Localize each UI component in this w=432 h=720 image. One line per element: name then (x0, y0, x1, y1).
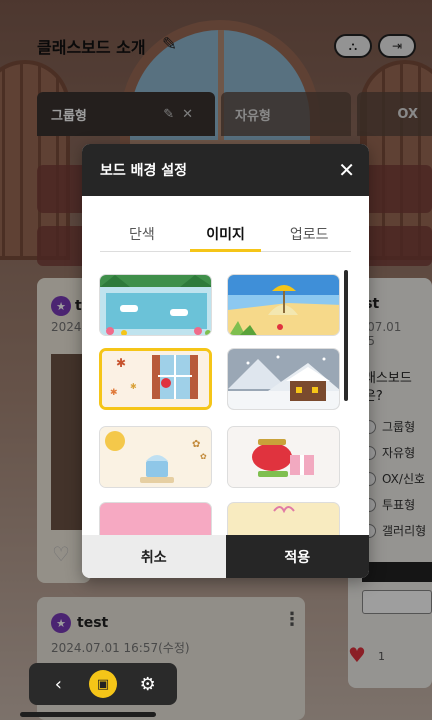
tab-image[interactable]: 이미지 (184, 216, 268, 252)
cancel-button[interactable]: 취소 (82, 535, 226, 578)
modal-header: 보드 배경 설정 ✕ (82, 144, 369, 196)
image-background-icon[interactable]: ▣ (88, 670, 117, 698)
svg-text:✱: ✱ (130, 382, 137, 391)
ribbon-art (273, 506, 295, 514)
tab-solid-color[interactable]: 단색 (100, 216, 184, 251)
pool-theme-art (100, 275, 211, 335)
background-settings-modal: 보드 배경 설정 ✕ 단색 이미지 업로드 ✱ ✱ ✱ ✿ ✿ 취소 적용 (82, 144, 369, 578)
snow-cabin-theme-art (228, 349, 339, 409)
thumbnail-autumn-window[interactable]: ✱ ✱ ✱ (99, 348, 212, 410)
back-chevron-icon[interactable]: ‹ (42, 668, 74, 700)
thumbnail-new-year-gift[interactable] (227, 426, 340, 488)
modal-tabs: 단색 이미지 업로드 (100, 216, 351, 252)
thumbnail-pool[interactable] (99, 274, 212, 336)
close-icon[interactable]: ✕ (338, 160, 355, 180)
tab-upload[interactable]: 업로드 (267, 216, 351, 251)
thumbnail-snow-cabin[interactable] (227, 348, 340, 410)
thumbnail-winter-morning[interactable]: ✿ ✿ (99, 426, 212, 488)
modal-footer: 취소 적용 (82, 535, 369, 578)
gear-icon[interactable]: ⚙ (132, 668, 164, 700)
thumbnail-beach[interactable] (227, 274, 340, 336)
home-indicator (20, 712, 156, 717)
bottom-toolbar: ‹ ▣ ⚙ (29, 663, 177, 705)
modal-title: 보드 배경 설정 (100, 163, 188, 179)
new-year-gift-theme-art (228, 427, 339, 487)
autumn-window-theme-art: ✱ ✱ ✱ (102, 351, 209, 407)
svg-text:✱: ✱ (116, 356, 126, 370)
svg-text:✿: ✿ (192, 439, 200, 450)
apply-button[interactable]: 적용 (225, 535, 369, 578)
svg-text:✱: ✱ (110, 388, 118, 398)
thumbnail-scrollbar[interactable] (344, 270, 348, 401)
winter-morning-theme-art: ✿ ✿ (100, 427, 211, 487)
svg-text:✿: ✿ (200, 452, 207, 461)
beach-theme-art (228, 275, 339, 335)
